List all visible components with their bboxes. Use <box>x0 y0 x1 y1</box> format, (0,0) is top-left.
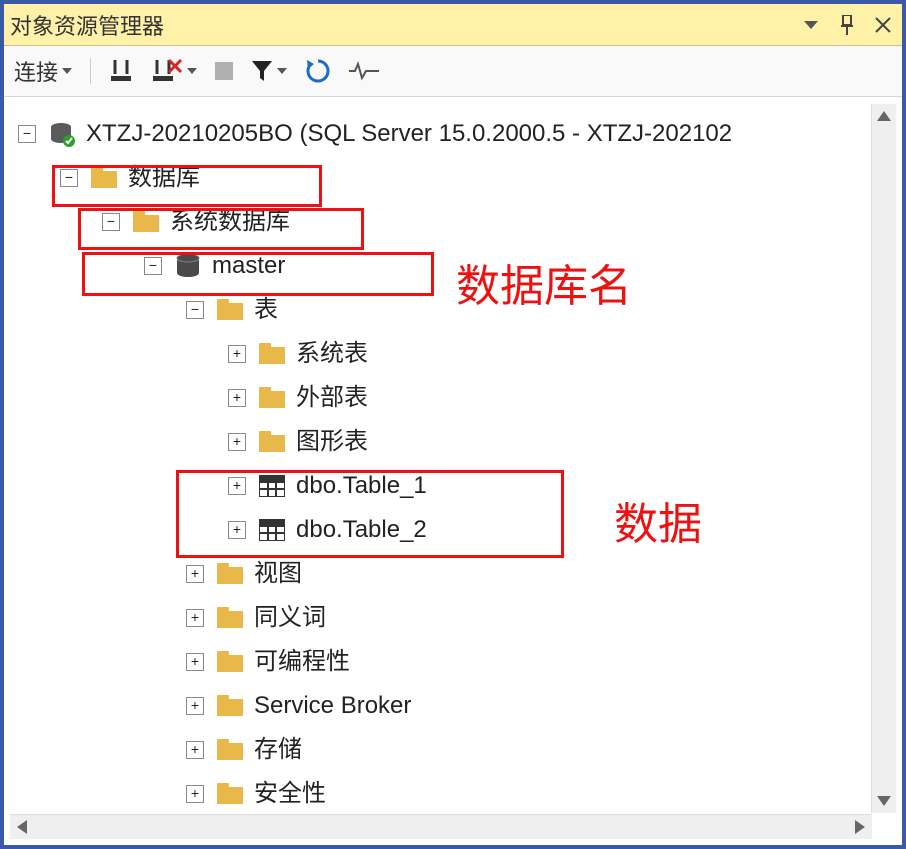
scroll-right-icon[interactable] <box>848 815 872 839</box>
graph-tables-label: 图形表 <box>296 423 368 461</box>
connect-button[interactable]: 连接 <box>14 55 72 87</box>
synonyms-label: 同义词 <box>254 599 326 637</box>
expand-icon[interactable]: + <box>186 609 204 627</box>
tree-node-graph-tables[interactable]: + 图形表 <box>18 420 898 464</box>
collapse-icon[interactable]: − <box>186 301 204 319</box>
external-tables-label: 外部表 <box>296 379 368 417</box>
tree-node-external-tables[interactable]: + 外部表 <box>18 376 898 420</box>
annotation-box-databases <box>52 165 322 207</box>
tree-node-programmability[interactable]: + 可编程性 <box>18 640 898 684</box>
folder-icon <box>258 341 286 367</box>
annotation-db-name: 数据库名 <box>456 250 632 314</box>
scroll-up-icon[interactable] <box>872 104 896 128</box>
annotation-box-tables <box>176 470 564 558</box>
folder-icon <box>216 737 244 763</box>
dropdown-caret-icon <box>277 68 287 74</box>
views-label: 视图 <box>254 555 302 593</box>
service-broker-label: Service Broker <box>254 687 411 725</box>
annotation-data: 数据 <box>614 488 702 552</box>
expand-icon[interactable]: + <box>186 741 204 759</box>
folder-icon <box>258 429 286 455</box>
tree-node-service-broker[interactable]: + Service Broker <box>18 684 898 728</box>
tree-node-synonyms[interactable]: + 同义词 <box>18 596 898 640</box>
object-explorer-panel: 对象资源管理器 连接 <box>0 0 906 849</box>
dropdown-caret-icon <box>62 68 72 74</box>
tree-node-storage[interactable]: + 存储 <box>18 728 898 772</box>
toolbar-separator <box>90 58 91 84</box>
expand-icon[interactable]: + <box>186 697 204 715</box>
folder-icon <box>258 385 286 411</box>
scroll-left-icon[interactable] <box>10 815 34 839</box>
annotation-box-master <box>82 252 434 296</box>
expand-icon[interactable]: + <box>228 389 246 407</box>
panel-title: 对象资源管理器 <box>10 9 788 41</box>
folder-icon <box>216 693 244 719</box>
titlebar: 对象资源管理器 <box>4 4 902 46</box>
horizontal-scrollbar[interactable] <box>10 814 872 839</box>
window-menu-icon[interactable] <box>798 12 824 38</box>
connect-label: 连接 <box>14 55 58 87</box>
autohide-pin-icon[interactable] <box>834 12 860 38</box>
tables-label: 表 <box>254 291 278 329</box>
storage-label: 存储 <box>254 731 302 769</box>
folder-icon <box>216 649 244 675</box>
collapse-icon[interactable]: − <box>18 125 36 143</box>
close-icon[interactable] <box>870 12 896 38</box>
vertical-scrollbar[interactable] <box>871 104 896 813</box>
refresh-button[interactable] <box>305 58 331 84</box>
scroll-down-icon[interactable] <box>872 789 896 813</box>
security-label: 安全性 <box>254 775 326 813</box>
folder-icon <box>216 561 244 587</box>
disconnect-server-button[interactable] <box>151 58 197 84</box>
expand-icon[interactable]: + <box>228 433 246 451</box>
folder-icon <box>216 297 244 323</box>
toolbar: 连接 <box>4 46 902 97</box>
dropdown-caret-icon <box>187 68 197 74</box>
expand-icon[interactable]: + <box>228 345 246 363</box>
stop-button[interactable] <box>215 62 233 80</box>
annotation-box-system-databases <box>78 208 364 250</box>
connect-server-button[interactable] <box>109 58 133 84</box>
folder-icon <box>216 605 244 631</box>
activity-monitor-button[interactable] <box>349 61 379 81</box>
tree-node-security[interactable]: + 安全性 <box>18 772 898 816</box>
expand-icon[interactable]: + <box>186 785 204 803</box>
tree-node-views[interactable]: + 视图 <box>18 552 898 596</box>
folder-icon <box>216 781 244 807</box>
tree-node-server[interactable]: − XTZJ-20210205BO (SQL Server 15.0.2000.… <box>18 112 898 156</box>
expand-icon[interactable]: + <box>186 653 204 671</box>
system-tables-label: 系统表 <box>296 335 368 373</box>
filter-button[interactable] <box>251 60 287 82</box>
tree-node-system-tables[interactable]: + 系统表 <box>18 332 898 376</box>
programmability-label: 可编程性 <box>254 643 350 681</box>
server-label: XTZJ-20210205BO (SQL Server 15.0.2000.5 … <box>86 115 732 153</box>
server-icon <box>48 121 76 147</box>
expand-icon[interactable]: + <box>186 565 204 583</box>
